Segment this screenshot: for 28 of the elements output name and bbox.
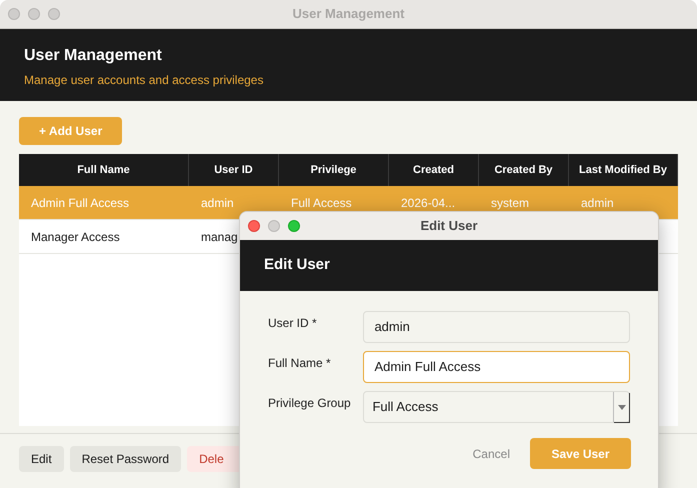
table-cell: admin (201, 196, 234, 210)
table-cell: admin (581, 196, 614, 210)
table-cell: 2026-04... (401, 196, 456, 210)
minimize-icon[interactable] (268, 220, 280, 232)
field-label: Full Name * (268, 355, 332, 372)
table-cell: manag (201, 230, 238, 244)
input-field[interactable]: Admin Full Access (363, 351, 630, 383)
field-label: User ID * (268, 315, 318, 332)
table-cell: system (491, 196, 530, 210)
minimize-icon[interactable] (28, 8, 40, 20)
table-cell: Manager Access (31, 230, 120, 244)
footer-button[interactable]: Reset Password (70, 446, 182, 472)
table-cell: Full Access (291, 196, 352, 210)
page-title: User Management (24, 46, 163, 66)
page-subtitle: Manage user accounts and access privileges (24, 72, 264, 89)
close-icon[interactable] (248, 220, 260, 232)
zoom-icon[interactable] (288, 220, 300, 232)
dialog-title: Edit User (264, 255, 330, 276)
footer-button[interactable]: Edit (19, 446, 64, 472)
field-label: Privilege Group (268, 395, 352, 412)
privilege-select[interactable]: Full Access (363, 391, 630, 423)
dropdown-arrow-icon (613, 392, 629, 422)
table-cell: Admin Full Access (31, 196, 130, 210)
close-icon[interactable] (8, 8, 20, 20)
dialog-window-title: Edit User (420, 217, 478, 236)
zoom-icon[interactable] (48, 8, 60, 20)
window-title: User Management (292, 5, 404, 24)
input-field[interactable]: admin (363, 311, 630, 343)
